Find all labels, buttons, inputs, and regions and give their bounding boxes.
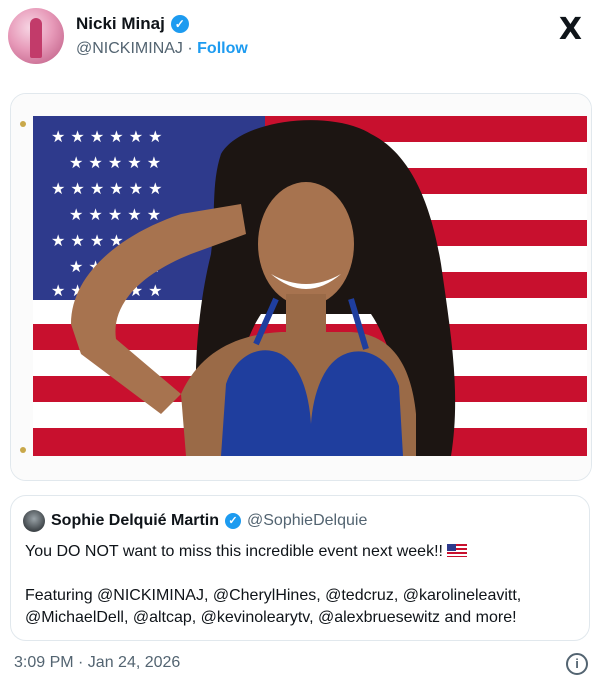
quoted-author-row: Sophie Delquié Martin ✓ @SophieDelquie <box>23 510 367 532</box>
verified-badge-icon: ✓ <box>170 15 189 33</box>
quoted-author-handle: @SophieDelquie <box>247 512 368 529</box>
avatar-figure <box>30 18 42 58</box>
flag-photo: ★ ★ ★ ★ ★ ★ ★ ★ ★ ★ ★ ★ ★ ★ ★ ★ ★ ★ ★ ★ … <box>11 94 591 480</box>
svg-text:★ ★ ★ ★ ★: ★ ★ ★ ★ ★ <box>69 153 161 172</box>
verified-badge-icon: ✓ <box>225 513 242 529</box>
info-icon[interactable]: i <box>566 653 588 675</box>
svg-text:★ ★ ★ ★ ★: ★ ★ ★ ★ ★ <box>69 205 161 224</box>
author-name[interactable]: Nicki Minaj <box>76 14 165 34</box>
separator-dot: · <box>187 40 193 57</box>
quoted-text-line2: Featuring @NICKIMINAJ, @CherylHines, @te… <box>25 587 522 604</box>
us-flag-icon <box>446 544 467 557</box>
quoted-text-line1: You DO NOT want to miss this incredible … <box>25 543 443 560</box>
author-avatar[interactable] <box>8 8 64 64</box>
author-handle[interactable]: @NICKIMINAJ <box>76 40 183 57</box>
quoted-author-name: Sophie Delquié Martin <box>51 512 220 529</box>
tweet-timestamp[interactable]: 3:09 PM · Jan 24, 2026 <box>14 654 180 672</box>
author-handle-row: @NICKIMINAJ · Follow <box>76 40 248 58</box>
follow-button[interactable]: Follow <box>197 40 248 57</box>
quoted-author-avatar <box>23 510 45 532</box>
quoted-tweet-card[interactable]: Sophie Delquié Martin ✓ @SophieDelquie Y… <box>10 495 590 641</box>
author-name-row: Nicki Minaj ✓ <box>76 14 189 34</box>
svg-text:★ ★ ★ ★ ★ ★: ★ ★ ★ ★ ★ ★ <box>51 127 163 146</box>
x-logo-icon[interactable]: X <box>559 12 582 47</box>
svg-text:★ ★ ★ ★ ★ ★: ★ ★ ★ ★ ★ ★ <box>51 179 163 198</box>
tweet-media-image[interactable]: ★ ★ ★ ★ ★ ★ ★ ★ ★ ★ ★ ★ ★ ★ ★ ★ ★ ★ ★ ★ … <box>10 93 592 481</box>
quoted-text-line: You DO NOT want to miss this incredible … <box>25 542 467 562</box>
quoted-text-line3: @MichaelDell, @altcap, @kevinolearytv, @… <box>25 609 517 626</box>
